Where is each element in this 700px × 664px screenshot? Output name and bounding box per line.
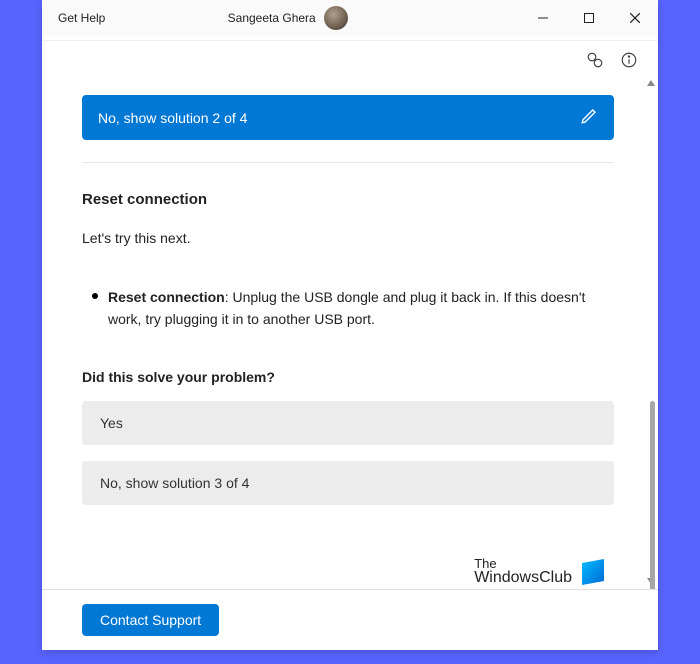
scrollbar[interactable] bbox=[644, 75, 658, 589]
window: Get Help Sangeeta Ghera bbox=[42, 0, 658, 650]
bullet-dot-icon bbox=[92, 293, 98, 299]
content: No, show solution 2 of 4 Reset connectio… bbox=[42, 75, 644, 589]
toolbar bbox=[42, 41, 658, 75]
watermark: The WindowsClub bbox=[474, 557, 604, 587]
watermark-logo-icon bbox=[582, 559, 604, 585]
bullet-strong: Reset connection bbox=[108, 289, 225, 305]
yes-button[interactable]: Yes bbox=[82, 401, 614, 445]
close-button[interactable] bbox=[612, 3, 658, 33]
divider bbox=[82, 162, 614, 163]
feedback-question: Did this solve your problem? bbox=[82, 369, 614, 385]
avatar bbox=[324, 6, 348, 30]
window-controls bbox=[520, 3, 658, 33]
bullet-text: Reset connection: Unplug the USB dongle … bbox=[108, 286, 608, 331]
maximize-button[interactable] bbox=[566, 3, 612, 33]
section-title: Reset connection bbox=[82, 191, 614, 208]
previous-solution-bar[interactable]: No, show solution 2 of 4 bbox=[82, 95, 614, 140]
titlebar: Get Help Sangeeta Ghera bbox=[42, 0, 658, 36]
username-label: Sangeeta Ghera bbox=[228, 11, 316, 25]
feedback-icon[interactable] bbox=[586, 51, 604, 69]
scroll-up-icon[interactable] bbox=[644, 75, 658, 91]
info-icon[interactable] bbox=[620, 51, 638, 69]
bullet-item: Reset connection: Unplug the USB dongle … bbox=[82, 286, 614, 331]
section-subtitle: Let's try this next. bbox=[82, 230, 614, 246]
edit-icon[interactable] bbox=[580, 107, 598, 128]
watermark-line2: WindowsClub bbox=[474, 570, 572, 587]
contact-support-button[interactable]: Contact Support bbox=[82, 604, 219, 636]
footer: Contact Support bbox=[42, 589, 658, 650]
scroll-thumb[interactable] bbox=[650, 401, 655, 589]
watermark-line1: The bbox=[474, 557, 572, 571]
titlebar-user[interactable]: Sangeeta Ghera bbox=[55, 6, 520, 30]
previous-solution-label: No, show solution 2 of 4 bbox=[98, 110, 247, 126]
minimize-button[interactable] bbox=[520, 3, 566, 33]
no-next-solution-button[interactable]: No, show solution 3 of 4 bbox=[82, 461, 614, 505]
